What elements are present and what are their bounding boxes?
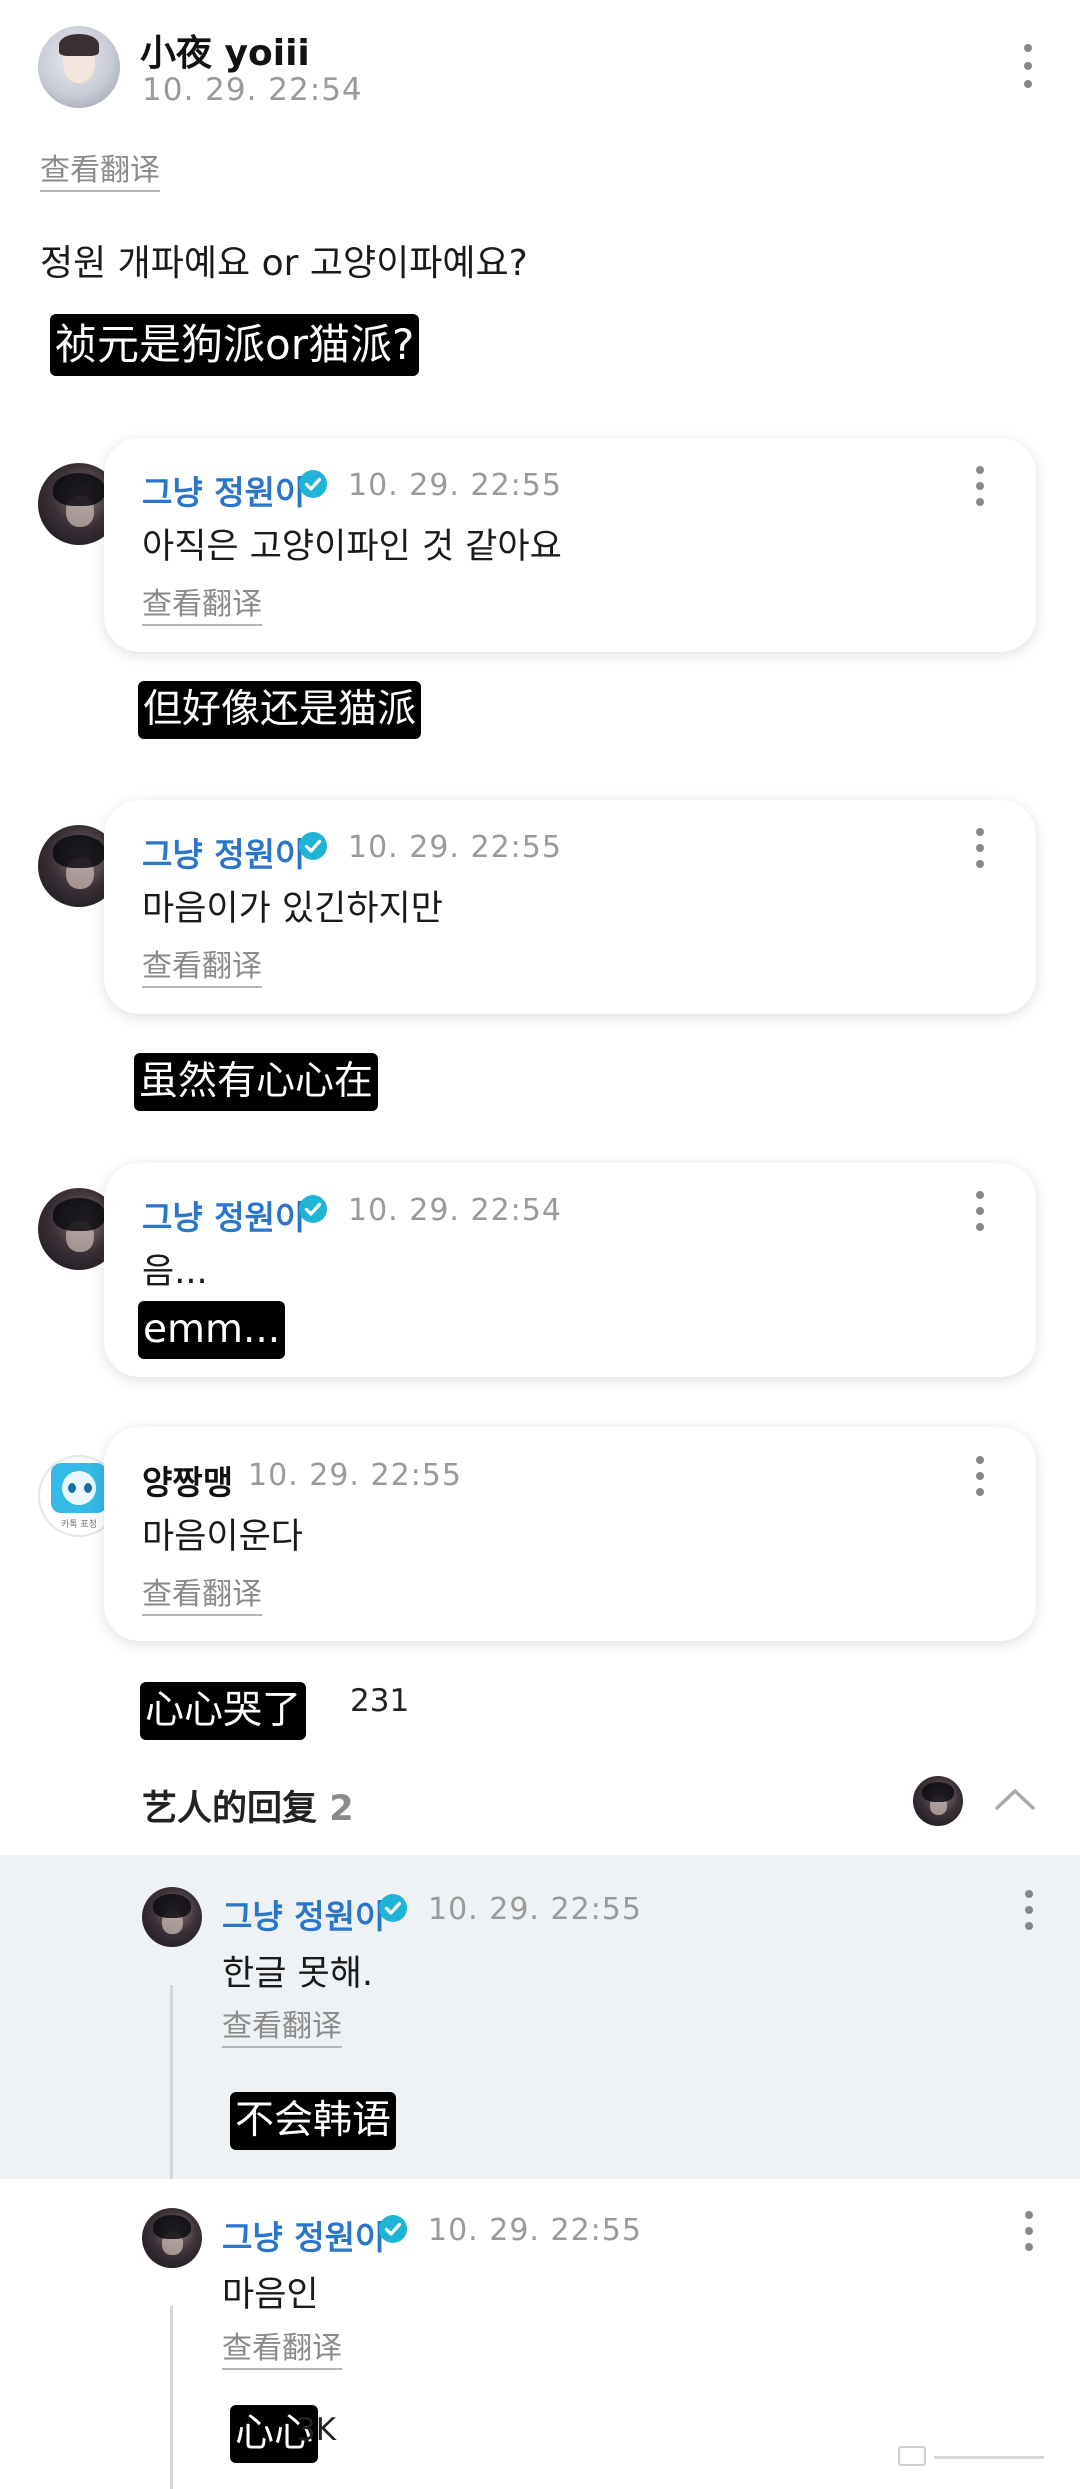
reply-author-name[interactable]: 그냥 정원이 bbox=[222, 1890, 385, 1938]
comment-translate-link[interactable]: 查看翻译 bbox=[142, 586, 262, 626]
reply-time: 10. 29. 22:55 bbox=[428, 2213, 642, 2248]
artist-replies-count: 2 bbox=[329, 1789, 354, 1829]
comment-translate-link[interactable]: 查看翻译 bbox=[142, 948, 262, 988]
comment-author-name[interactable]: 그냥 정원이 bbox=[142, 1191, 305, 1239]
comment-more-icon[interactable] bbox=[973, 466, 987, 510]
reply-text: 한글 못해. bbox=[222, 1954, 374, 1994]
comment-caption: emm... bbox=[138, 1301, 286, 1359]
comment-text: 마음이운다 bbox=[142, 1517, 304, 1557]
artist-replies-label: 艺人的回复 bbox=[142, 1789, 318, 1829]
app-eye-icon bbox=[68, 1483, 76, 1493]
post-more-icon[interactable] bbox=[1021, 44, 1035, 88]
thread-line bbox=[170, 2306, 173, 2489]
verified-badge-icon bbox=[379, 1894, 407, 1922]
chevron-up-icon[interactable] bbox=[994, 1786, 1036, 1812]
reply-caption: 不会韩语 bbox=[230, 2092, 397, 2150]
comment-author-name[interactable]: 양짱맹 bbox=[142, 1456, 233, 1504]
artist-avatar bbox=[913, 1776, 963, 1826]
reply-more-icon[interactable] bbox=[1022, 2211, 1036, 2255]
comment-more-icon[interactable] bbox=[973, 1456, 987, 1500]
verified-badge-icon bbox=[379, 2215, 407, 2243]
comment-translate-link[interactable]: 查看翻译 bbox=[142, 1576, 262, 1616]
post-time: 10. 29. 22:54 bbox=[142, 72, 363, 108]
comment-more-icon[interactable] bbox=[973, 1191, 987, 1235]
comment-time: 10. 29. 22:55 bbox=[348, 830, 562, 865]
reply-avatar[interactable] bbox=[142, 1887, 202, 1947]
reply-time: 10. 29. 22:55 bbox=[428, 1892, 642, 1927]
comment-time: 10. 29. 22:55 bbox=[348, 468, 562, 503]
post-caption: 祯元是狗派or猫派? bbox=[50, 314, 420, 376]
reply-more-icon[interactable] bbox=[1022, 1890, 1036, 1934]
watermark-mark bbox=[898, 2440, 1048, 2466]
post-author-avatar[interactable] bbox=[38, 26, 120, 108]
comment-text: 마음이가 있긴하지만 bbox=[142, 889, 443, 929]
comment-time: 10. 29. 22:54 bbox=[348, 1193, 562, 1228]
reply-author-name[interactable]: 그냥 정원이 bbox=[222, 2211, 385, 2259]
comment-caption: 但好像还是猫派 bbox=[138, 681, 422, 739]
like-count[interactable]: 231 bbox=[350, 1683, 409, 1719]
verified-badge-icon bbox=[299, 1195, 327, 1223]
comment-caption: 虽然有心心在 bbox=[134, 1053, 379, 1111]
verified-badge-icon bbox=[299, 832, 327, 860]
reply-avatar[interactable] bbox=[142, 2208, 202, 2268]
post-author-name[interactable]: 小夜 yoiii bbox=[140, 24, 310, 76]
thread-line bbox=[170, 1985, 173, 2179]
reply-tail-text: 3K bbox=[296, 2412, 337, 2448]
reply-translate-link[interactable]: 查看翻译 bbox=[222, 2008, 342, 2048]
artist-replies-header[interactable]: 艺人的回复 2 bbox=[142, 1780, 354, 1831]
comment-text: 아직은 고양이파인 것 같아요 bbox=[142, 527, 562, 567]
post-text: 정원 개파예요 or 고양이파예요? bbox=[40, 243, 528, 284]
app-eye-icon bbox=[84, 1483, 92, 1493]
reply-text: 마음인 bbox=[222, 2275, 319, 2315]
comment-caption: 心心哭了 bbox=[140, 1682, 307, 1740]
comment-time: 10. 29. 22:55 bbox=[248, 1458, 462, 1493]
comment-text: 음... bbox=[142, 1252, 208, 1292]
post-translate-link[interactable]: 查看翻译 bbox=[40, 152, 160, 192]
comment-author-name[interactable]: 그냥 정원이 bbox=[142, 466, 305, 514]
comment-more-icon[interactable] bbox=[973, 828, 987, 872]
verified-badge-icon bbox=[299, 470, 327, 498]
reply-translate-link[interactable]: 查看翻译 bbox=[222, 2330, 342, 2370]
comment-author-name[interactable]: 그냥 정원이 bbox=[142, 828, 305, 876]
